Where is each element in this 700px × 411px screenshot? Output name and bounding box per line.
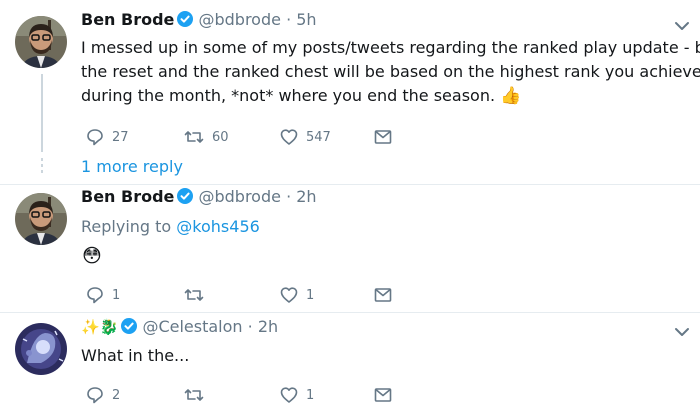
like-icon xyxy=(280,287,298,303)
retweet-icon xyxy=(184,289,204,301)
tweet-text: I messed up in some of my posts/tweets r… xyxy=(81,36,700,108)
thread-line xyxy=(41,74,43,152)
thread-dots xyxy=(41,158,43,176)
reply-count: 2 xyxy=(112,387,121,403)
retweet-action[interactable] xyxy=(184,286,204,304)
like-action[interactable]: 547 xyxy=(280,128,331,146)
avatar[interactable] xyxy=(15,193,67,245)
timestamp[interactable]: · 2h xyxy=(248,317,279,336)
tweet-header: Ben Brode @bdbrode · 5h xyxy=(81,10,317,29)
like-action[interactable]: 1 xyxy=(280,286,314,304)
user-handle[interactable]: @bdbrode xyxy=(198,187,280,206)
tweet-text: What in the... xyxy=(81,346,190,365)
replying-to: Replying to @kohs456 xyxy=(81,217,260,236)
like-count: 547 xyxy=(306,129,331,145)
retweet-count: 60 xyxy=(212,129,229,145)
reply-count: 1 xyxy=(112,287,121,303)
like-count: 1 xyxy=(306,287,315,303)
tweet-header: Ben Brode @bdbrode · 2h xyxy=(81,187,317,206)
replying-to-label: Replying to xyxy=(81,217,177,236)
tweet-header: ✨🐉 @Celestalon · 2h xyxy=(81,317,278,336)
thumbs-up-emoji: 👍 xyxy=(500,86,522,106)
like-icon xyxy=(280,129,298,145)
divider xyxy=(0,312,700,313)
like-action[interactable]: 1 xyxy=(280,386,314,404)
retweet-action[interactable] xyxy=(184,386,204,404)
tweet-text-line: during the month, *not* where you end th… xyxy=(81,86,501,105)
flushed-emoji: 😳 xyxy=(82,245,102,267)
more-replies-link[interactable]: 1 more reply xyxy=(81,157,183,176)
display-name-emoji[interactable]: ✨🐉 xyxy=(81,318,118,336)
display-name[interactable]: Ben Brode xyxy=(81,10,174,29)
caret-down-icon[interactable] xyxy=(674,324,690,340)
caret-down-icon[interactable] xyxy=(674,18,690,34)
dm-icon xyxy=(374,130,392,144)
reply-icon xyxy=(87,129,103,146)
like-count: 1 xyxy=(306,387,315,403)
verified-badge-icon xyxy=(177,11,194,27)
dm-action[interactable] xyxy=(374,387,392,403)
reply-icon xyxy=(87,287,103,304)
reply-action[interactable]: 2 xyxy=(86,386,120,404)
verified-badge-icon xyxy=(177,188,194,204)
retweet-action[interactable]: 60 xyxy=(184,128,229,146)
like-icon xyxy=(280,387,298,403)
reply-icon xyxy=(87,387,103,404)
avatar[interactable] xyxy=(15,323,67,375)
reply-count: 27 xyxy=(112,129,129,145)
tweet-text-line: I messed up in some of my posts/tweets r… xyxy=(81,38,700,57)
reply-action[interactable]: 1 xyxy=(86,286,120,304)
retweet-icon xyxy=(184,131,204,143)
user-handle[interactable]: @bdbrode xyxy=(198,10,280,29)
dm-action[interactable] xyxy=(374,287,392,303)
user-handle[interactable]: @Celestalon xyxy=(142,317,242,336)
timestamp[interactable]: · 2h xyxy=(286,187,317,206)
dm-icon xyxy=(374,388,392,402)
reply-action[interactable]: 27 xyxy=(86,128,129,146)
dm-icon xyxy=(374,288,392,302)
dm-action[interactable] xyxy=(374,129,392,145)
verified-badge-icon xyxy=(121,318,138,334)
replying-to-handle[interactable]: @kohs456 xyxy=(176,217,260,236)
divider xyxy=(0,184,700,185)
avatar[interactable] xyxy=(15,16,67,68)
timestamp[interactable]: · 5h xyxy=(286,10,317,29)
display-name[interactable]: Ben Brode xyxy=(81,187,174,206)
retweet-icon xyxy=(184,389,204,401)
tweet-text-line: the reset and the ranked chest will be b… xyxy=(81,62,700,81)
